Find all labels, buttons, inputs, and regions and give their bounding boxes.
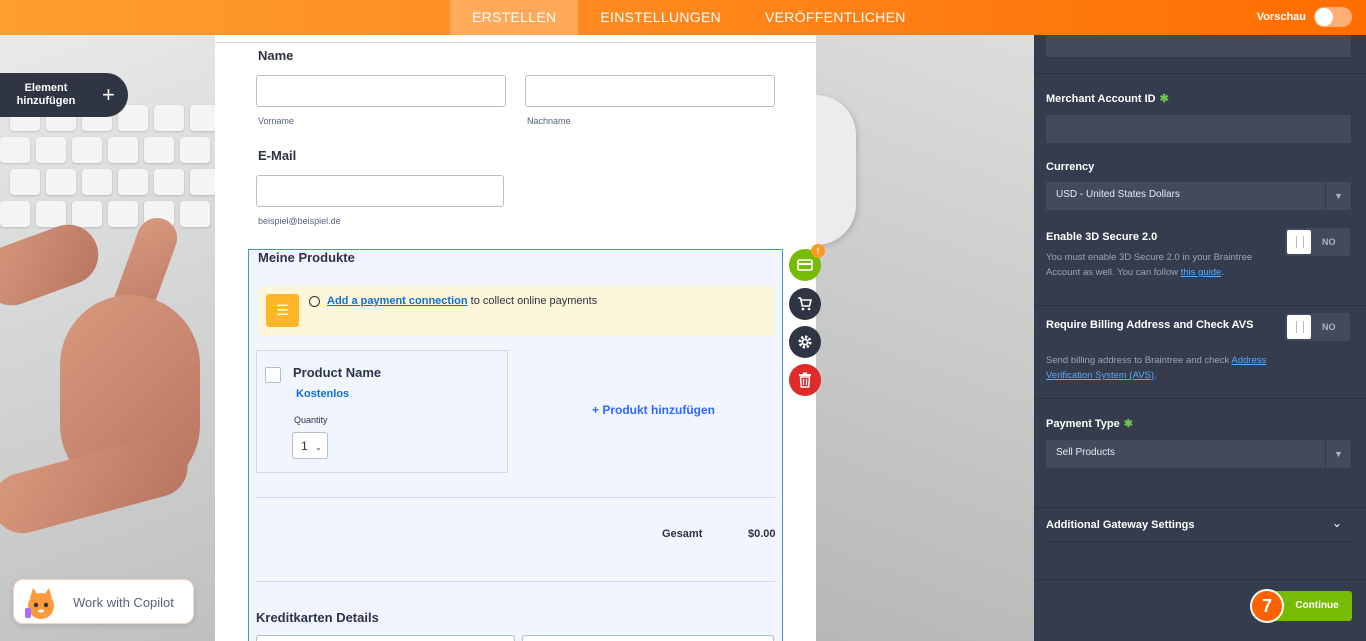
- copilot-avatar-icon: [25, 588, 54, 619]
- gear-icon: [798, 335, 812, 349]
- email-label: E-Mail: [258, 148, 297, 163]
- add-product-button[interactable]: + Produkt hinzufügen: [592, 403, 715, 417]
- billing-description: Send billing address to Braintree and ch…: [1046, 355, 1267, 381]
- products-field[interactable]: Meine Produkte ☰ Add a payment connectio…: [248, 249, 783, 641]
- checklist-icon: ☰: [266, 294, 299, 327]
- last-name-input[interactable]: [525, 75, 775, 107]
- secure-toggle[interactable]: NO: [1285, 228, 1350, 256]
- required-star-icon: ✱: [1123, 418, 1133, 430]
- payment-type-select[interactable]: Sell Products ▼: [1046, 440, 1351, 468]
- cart-icon: [798, 297, 813, 311]
- product-name: Product Name: [293, 365, 382, 380]
- tab-veroeffentlichen[interactable]: VERÖFFENTLICHEN: [743, 0, 928, 35]
- tab-einstellungen[interactable]: EINSTELLUNGEN: [578, 0, 743, 35]
- preview-label: Vorschau: [1256, 11, 1306, 23]
- settings-button[interactable]: [789, 326, 821, 358]
- currency-select[interactable]: USD - United States Dollars ▼: [1046, 182, 1351, 210]
- warning-badge: !: [811, 244, 825, 258]
- chevron-down-icon[interactable]: ⌄: [1332, 516, 1342, 530]
- total-label: Gesamt: [662, 528, 703, 540]
- cart-button[interactable]: [789, 288, 821, 320]
- billing-label: Require Billing Address and Check AVS: [1046, 319, 1254, 331]
- top-bar: ERSTELLEN EINSTELLUNGEN VERÖFFENTLICHEN …: [0, 0, 1366, 35]
- chevron-down-icon: ▼: [1325, 182, 1351, 210]
- add-element-label: Element hinzufügen: [16, 82, 76, 107]
- this-guide-link[interactable]: this guide: [1181, 267, 1222, 278]
- copilot-button[interactable]: Work with Copilot: [13, 579, 194, 624]
- card-name-input[interactable]: [522, 635, 774, 641]
- preview-toggle[interactable]: [1314, 7, 1352, 27]
- payment-settings-panel: Merchant Account ID ✱ Currency USD - Unit…: [1034, 35, 1366, 641]
- email-sublabel: beispiel@beispiel.de: [258, 216, 341, 226]
- email-input[interactable]: [256, 175, 504, 207]
- secure-description: You must enable 3D Secure 2.0 in your Br…: [1046, 252, 1253, 278]
- billing-toggle[interactable]: NO: [1285, 313, 1350, 341]
- product-checkbox[interactable]: [265, 367, 281, 383]
- secure-label: Enable 3D Secure 2.0: [1046, 231, 1158, 243]
- card-number-input[interactable]: [256, 635, 515, 641]
- radio-icon: [309, 296, 320, 307]
- last-name-sublabel: Nachname: [527, 116, 571, 126]
- credit-card-icon: [797, 259, 813, 271]
- delete-button[interactable]: [789, 364, 821, 396]
- payment-warning: ☰ Add a payment connection to collect on…: [259, 286, 774, 336]
- product-card: Product Name Kostenlos Quantity 1 ⌄: [256, 350, 508, 473]
- add-element-button[interactable]: Element hinzufügen +: [0, 73, 128, 117]
- preview-control: Vorschau: [1257, 7, 1352, 27]
- merchant-account-label: Merchant Account ID ✱: [1046, 93, 1169, 105]
- currency-label: Currency: [1046, 161, 1095, 173]
- plus-icon: +: [102, 82, 115, 107]
- add-payment-connection-link[interactable]: Add a payment connection: [327, 295, 468, 307]
- previous-field-input[interactable]: [1046, 35, 1351, 57]
- background-photo-left: [0, 35, 215, 641]
- tab-erstellen[interactable]: ERSTELLEN: [450, 0, 579, 35]
- copilot-label: Work with Copilot: [73, 595, 174, 610]
- merchant-account-input[interactable]: [1046, 115, 1351, 143]
- products-title: Meine Produkte: [258, 250, 355, 265]
- payment-type-label: Payment Type ✱: [1046, 418, 1133, 430]
- step-number-badge: 7: [1250, 589, 1284, 623]
- first-name-input[interactable]: [256, 75, 506, 107]
- product-price: Kostenlos: [296, 388, 350, 400]
- form-canvas: Name Vorname Nachname E-Mail beispiel@be…: [215, 35, 816, 641]
- chevron-down-icon: ⌄: [315, 443, 322, 452]
- background-photo-right: [816, 35, 1034, 641]
- warning-text: Add a payment connection to collect onli…: [327, 295, 598, 307]
- total-value: $0.00: [748, 528, 776, 540]
- credit-card-title: Kreditkarten Details: [256, 610, 379, 625]
- quantity-select[interactable]: 1 ⌄: [292, 432, 328, 459]
- first-name-sublabel: Vorname: [258, 116, 295, 126]
- payment-settings-button[interactable]: !: [789, 244, 825, 281]
- quantity-label: Quantity: [294, 415, 328, 425]
- trash-icon: [799, 372, 811, 388]
- name-label: Name: [258, 48, 294, 63]
- builder-tabs: ERSTELLEN EINSTELLUNGEN VERÖFFENTLICHEN: [450, 0, 928, 35]
- required-star-icon: ✱: [1159, 93, 1169, 105]
- chevron-down-icon: ▼: [1325, 440, 1351, 468]
- additional-gateway-settings[interactable]: Additional Gateway Settings: [1046, 519, 1195, 531]
